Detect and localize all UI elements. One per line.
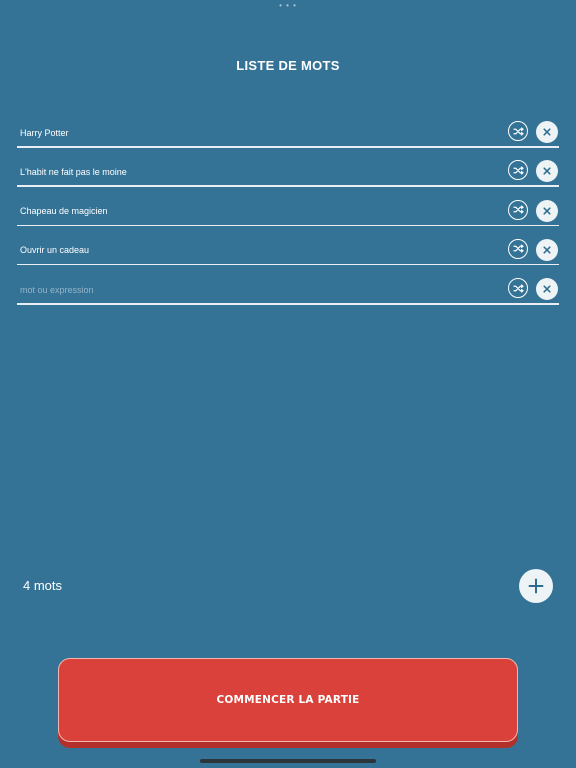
input-underline xyxy=(17,146,559,148)
input-underline xyxy=(17,263,559,266)
word-row xyxy=(17,196,559,236)
word-row xyxy=(17,275,559,314)
shuffle-button[interactable] xyxy=(508,199,528,220)
shuffle-icon xyxy=(513,283,524,293)
start-game-button[interactable]: COMMENCER LA PARTIE xyxy=(58,658,518,742)
close-icon xyxy=(543,207,551,215)
delete-button[interactable] xyxy=(536,278,558,301)
input-underline xyxy=(17,303,559,305)
word-input[interactable] xyxy=(17,157,506,187)
close-icon xyxy=(543,128,551,136)
shuffle-button[interactable] xyxy=(508,121,528,141)
word-row xyxy=(17,118,559,157)
delete-button[interactable] xyxy=(536,238,558,261)
shuffle-button[interactable] xyxy=(508,160,528,181)
close-icon xyxy=(543,167,551,175)
input-underline xyxy=(17,185,559,187)
shuffle-icon xyxy=(513,205,524,214)
home-indicator xyxy=(200,759,376,763)
add-word-button[interactable] xyxy=(519,569,553,603)
word-count: 4 mots xyxy=(23,578,63,593)
close-icon xyxy=(543,285,551,293)
word-row xyxy=(17,157,559,196)
word-list xyxy=(17,118,559,314)
top-handle-dots: • • • xyxy=(279,1,297,10)
plus-icon xyxy=(528,578,544,594)
shuffle-icon xyxy=(513,244,524,254)
shuffle-icon xyxy=(513,166,524,175)
word-input[interactable] xyxy=(17,118,506,147)
shuffle-icon xyxy=(513,126,524,136)
word-input[interactable] xyxy=(17,275,506,305)
word-input[interactable] xyxy=(17,196,506,226)
close-icon xyxy=(543,246,551,254)
input-underline xyxy=(17,224,559,227)
shuffle-button[interactable] xyxy=(508,238,528,259)
delete-button[interactable] xyxy=(536,199,558,222)
word-row xyxy=(17,235,559,275)
shuffle-button[interactable] xyxy=(508,278,528,299)
word-input[interactable] xyxy=(17,235,506,265)
delete-button[interactable] xyxy=(536,121,558,143)
page-title: LISTE DE MOTS xyxy=(236,58,340,73)
delete-button[interactable] xyxy=(536,160,558,183)
